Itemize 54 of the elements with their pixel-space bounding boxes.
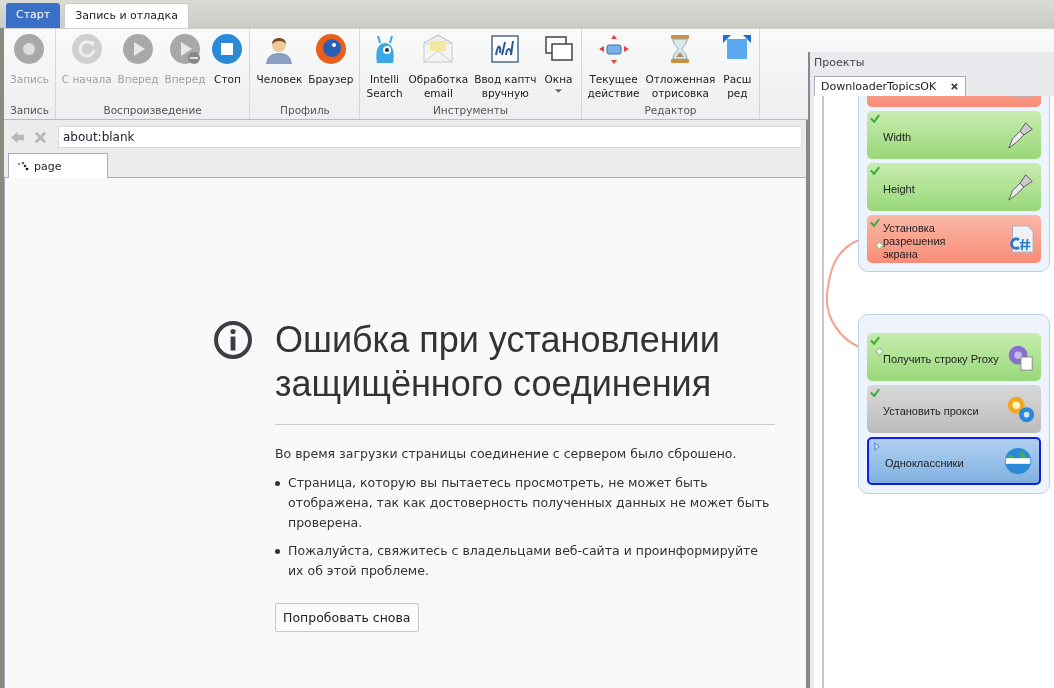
- group-label: Профиль: [279, 103, 331, 118]
- globe-icon: [314, 33, 347, 65]
- info-icon: [213, 320, 253, 360]
- group-label: Запись: [9, 103, 50, 118]
- project-tab[interactable]: DownloaderTopicsOK: [814, 76, 967, 96]
- error-message: Во время загрузки страницы соединение с сервером было сброшено.: [275, 445, 738, 463]
- ribbon-button[interactable]: Отложенная отрисовка: [643, 33, 718, 102]
- pen-nib-icon: [1005, 172, 1035, 202]
- captcha-icon: [489, 33, 522, 65]
- action-node[interactable]: Width: [867, 111, 1041, 159]
- group-label: Редактор: [643, 103, 698, 118]
- close-icon: [950, 82, 960, 91]
- error-title: Ошибка при установлении защищённого соединения: [275, 318, 721, 406]
- target-frame-icon: [597, 33, 630, 65]
- action-node[interactable]: Установка разрешения экрана: [867, 215, 1041, 263]
- ribbon-button[interactable]: Окна: [540, 33, 577, 102]
- action-node[interactable]: Установить прокси: [867, 385, 1041, 433]
- ribbon-button[interactable]: Человек: [254, 33, 305, 102]
- ribbon-button[interactable]: Обработка email: [406, 33, 471, 102]
- action-node[interactable]: Одноклассники: [867, 437, 1041, 485]
- play-icon: [122, 33, 155, 65]
- envelope-icon: [422, 33, 455, 65]
- globe-icon: [1003, 446, 1033, 476]
- ribbon-button[interactable]: Стоп: [209, 33, 246, 102]
- panel-title: Проекты: [813, 55, 866, 71]
- retry-button[interactable]: Попробовать снова: [275, 603, 419, 632]
- stop-icon: [211, 33, 244, 65]
- bullet-dot: [275, 549, 280, 554]
- action-node[interactable]: Получить строку Proxy: [867, 333, 1041, 381]
- bullet-dot: [275, 481, 280, 486]
- action-node[interactable]: Height: [867, 163, 1041, 211]
- group-label: Воспроизведение: [102, 103, 203, 118]
- ribbon-button[interactable]: Intelli Search: [364, 33, 405, 102]
- browser-tab[interactable]: page: [8, 153, 108, 178]
- ribbon-button[interactable]: Ввод каптч вручную: [472, 33, 539, 102]
- diamond-port-icon: [875, 241, 884, 250]
- ribbon-button[interactable]: Текущее действие: [585, 33, 642, 102]
- ribbon-tab[interactable]: Запись и отладка: [64, 3, 189, 28]
- gears-icon: [1005, 394, 1035, 424]
- dots-icon: [17, 161, 29, 171]
- address-field[interactable]: about:blank: [58, 126, 802, 148]
- bullet-text: Страница, которую вы пытаетесь просмотреть, не может быть отображена, так как достоверность полученных данных не может быть проверена.: [288, 474, 771, 532]
- diamond-port-icon: [875, 347, 884, 356]
- ribbon-button[interactable]: Расш ред: [719, 33, 756, 102]
- close-icon[interactable]: [33, 129, 48, 145]
- pen-nib-icon: [1005, 120, 1035, 150]
- ribbon-button[interactable]: Браузер: [306, 33, 356, 102]
- play-icon: [168, 33, 201, 65]
- back-arrow-icon[interactable]: [10, 129, 25, 145]
- record-icon: [13, 33, 46, 65]
- group-label: Инструменты: [431, 103, 510, 118]
- bullet-text: Пожалуйста, свяжитесь с владельцами веб-сайта и проинформируйте их об этой проблеме.: [288, 542, 760, 580]
- ribbon-tab[interactable]: Старт: [6, 3, 61, 28]
- triangle-icon: [872, 442, 882, 451]
